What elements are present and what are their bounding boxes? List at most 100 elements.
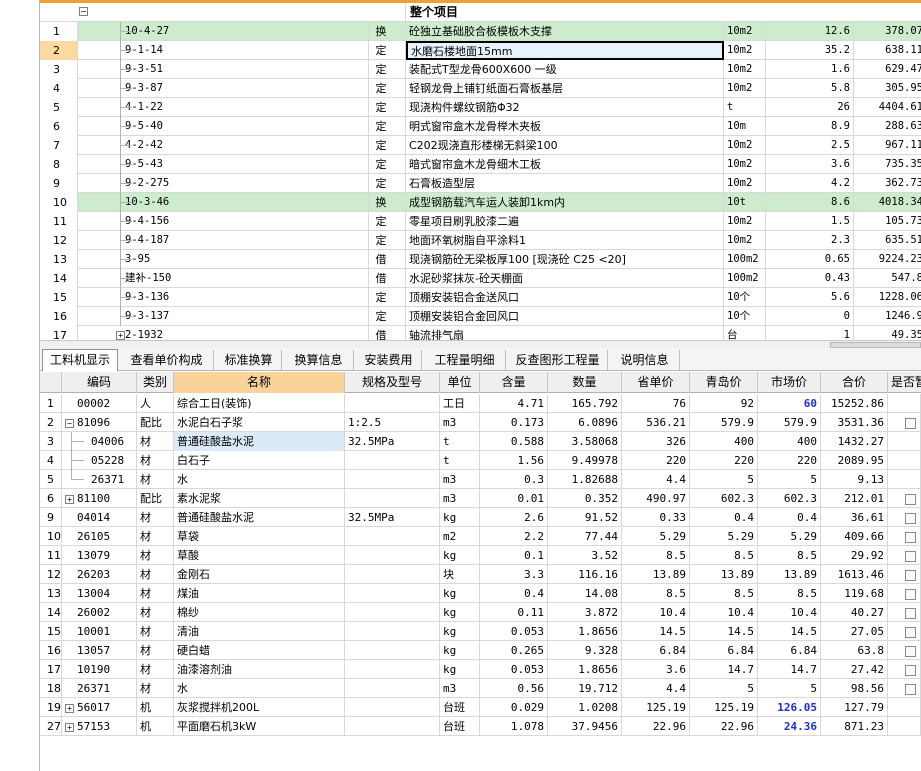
col-header-spec[interactable]: 规格及型号: [345, 372, 440, 393]
item-row[interactable]: 15 9-3-136 定顶棚安装铝合金送风口 10个 5.6 1228.06: [40, 288, 921, 307]
item-quantity[interactable]: 4.2: [766, 174, 854, 193]
item-unit-price[interactable]: 105.73: [854, 212, 921, 231]
item-type[interactable]: 定: [369, 212, 406, 231]
item-name[interactable]: 地面环氧树脂自平涂料1: [406, 231, 724, 250]
resource-row[interactable]: 18 26371 材水 m3 0.56 19.712 4.4 5 5 98.56: [40, 679, 921, 698]
resource-qingdao-price[interactable]: 5: [690, 679, 758, 698]
resource-qingdao-price[interactable]: 5.29: [690, 527, 758, 546]
resource-row[interactable]: 2−81096 配比 水泥白石子浆 1:2.5 m3 0.173 6.0896 536.21 5…: [40, 413, 921, 432]
resource-spec[interactable]: [345, 622, 440, 641]
item-code[interactable]: 4-2-42: [78, 136, 369, 155]
row-number[interactable]: 7: [40, 136, 78, 155]
item-row[interactable]: 9 9-2-275 定石膏板造型层 10m2 4.2 362.73: [40, 174, 921, 193]
item-name[interactable]: C202现浇直形楼梯无斜梁100: [406, 136, 724, 155]
resource-unit[interactable]: kg: [440, 622, 480, 641]
row-number[interactable]: 5: [40, 98, 78, 117]
resource-total[interactable]: 409.66: [821, 527, 888, 546]
resource-row[interactable]: 6 +81100 配比 素水泥浆 m3 0.01 0.352 490.97 602.3 602.3…: [40, 489, 921, 508]
resource-code[interactable]: 26371: [62, 679, 137, 698]
resource-unit[interactable]: 台班: [440, 717, 480, 736]
resource-row[interactable]: 15 10001 材清油 kg 0.053 1.8656 14.5 14.5 14.5 27.05: [40, 622, 921, 641]
resource-spec[interactable]: [345, 584, 440, 603]
resource-row-number[interactable]: 9: [40, 508, 62, 527]
provisional-checkbox[interactable]: [904, 512, 916, 524]
resource-code[interactable]: 04014: [62, 508, 137, 527]
provisional-checkbox[interactable]: [904, 607, 916, 619]
resource-market-price[interactable]: 0.4: [758, 508, 821, 527]
resource-qingdao-price[interactable]: 579.9: [690, 413, 758, 432]
row-number[interactable]: 4: [40, 79, 78, 98]
item-quantity[interactable]: 5.6: [766, 288, 854, 307]
resource-quantity[interactable]: 37.9456: [548, 717, 622, 736]
item-row[interactable]: 17 +2-1932 借轴流排气扇台 1 49.35: [40, 326, 921, 340]
row-number[interactable]: 15: [40, 288, 78, 307]
row-number[interactable]: 16: [40, 307, 78, 326]
resource-content[interactable]: 2.6: [480, 508, 548, 527]
resource-market-price[interactable]: 220: [758, 451, 821, 470]
item-quantity[interactable]: 2.5: [766, 136, 854, 155]
resource-content[interactable]: 1.56: [480, 451, 548, 470]
item-code[interactable]: 9-2-275: [78, 174, 369, 193]
resource-code[interactable]: 00002: [62, 394, 137, 413]
resource-unit[interactable]: kg: [440, 508, 480, 527]
resource-quantity[interactable]: 19.712: [548, 679, 622, 698]
resource-content[interactable]: 0.3: [480, 470, 548, 489]
resource-name[interactable]: 普通硅酸盐水泥: [174, 508, 345, 527]
row-number[interactable]: 14: [40, 269, 78, 288]
item-unit-price[interactable]: 305.95: [854, 79, 921, 98]
provisional-checkbox[interactable]: [904, 493, 916, 505]
resource-content[interactable]: 3.3: [480, 565, 548, 584]
resource-name[interactable]: 素水泥浆: [174, 489, 345, 508]
resource-total[interactable]: 3531.36: [821, 413, 888, 432]
resource-unit[interactable]: t: [440, 432, 480, 451]
item-row[interactable]: 14 建补-150 借水泥砂浆抹灰-砼天棚面 100m2 0.43 547.8: [40, 269, 921, 288]
expand-icon[interactable]: +: [116, 331, 125, 340]
resource-row[interactable]: 27 +57153 机平面磨石机3kW 台班 1.078 37.9456 22.96 22.9…: [40, 717, 921, 736]
resource-content[interactable]: 2.2: [480, 527, 548, 546]
item-unit[interactable]: 10个: [724, 288, 766, 307]
resource-name[interactable]: 综合工日(装饰): [174, 394, 345, 413]
item-name[interactable]: 成型钢筋载汽车运人装卸1km内: [406, 193, 724, 212]
tab-2[interactable]: 查看单价构成: [120, 350, 214, 370]
item-type[interactable]: 换: [369, 193, 406, 212]
col-header-quantity[interactable]: 数量: [548, 372, 622, 393]
item-unit-price[interactable]: 288.63: [854, 117, 921, 136]
item-name[interactable]: 现浇钢筋砼无梁板厚100 [现浇砼 C25 <20]: [406, 250, 724, 269]
resource-quantity[interactable]: 165.792: [548, 394, 622, 413]
item-unit[interactable]: 100m2: [724, 269, 766, 288]
resource-code[interactable]: 04006: [62, 432, 137, 451]
item-quantity[interactable]: 5.8: [766, 79, 854, 98]
resource-province-price[interactable]: 3.6: [622, 660, 690, 679]
item-row[interactable]: 5 4-1-22 定现浇构件螺纹钢筋Φ32 t 26 4404.61: [40, 98, 921, 117]
resource-category[interactable]: 材: [137, 470, 174, 489]
expand-icon[interactable]: +: [65, 722, 74, 732]
resource-category[interactable]: 材: [137, 432, 174, 451]
resource-province-price[interactable]: 14.5: [622, 622, 690, 641]
item-unit-price[interactable]: 378.07: [854, 22, 921, 41]
provisional-checkbox[interactable]: [904, 645, 916, 657]
resource-unit[interactable]: t: [440, 451, 480, 470]
resource-row[interactable]: 17 10190 材油漆溶剂油 kg 0.053 1.8656 3.6 14.7 14.7 27.…: [40, 660, 921, 679]
resource-market-price[interactable]: 5: [758, 679, 821, 698]
resource-province-price[interactable]: 6.84: [622, 641, 690, 660]
resource-province-price[interactable]: 0.33: [622, 508, 690, 527]
provisional-checkbox[interactable]: [904, 664, 916, 676]
resource-content[interactable]: 0.173: [480, 413, 548, 432]
resource-province-price[interactable]: 8.5: [622, 546, 690, 565]
item-quantity[interactable]: 1.6: [766, 60, 854, 79]
resource-total[interactable]: 63.8: [821, 641, 888, 660]
item-name[interactable]: 水泥砂浆抹灰-砼天棚面: [406, 269, 724, 288]
provisional-checkbox[interactable]: [904, 531, 916, 543]
item-name[interactable]: 轴流排气扇: [406, 326, 724, 340]
item-unit-price[interactable]: 635.51: [854, 231, 921, 250]
item-name[interactable]: 顶棚安装铝合金回风口: [406, 307, 724, 326]
resource-market-price[interactable]: 13.89: [758, 565, 821, 584]
item-type[interactable]: 换: [369, 22, 406, 41]
item-row[interactable]: 4 9-3-87 定轻钢龙骨上铺钉纸面石膏板基层 10m2 5.8 305.95: [40, 79, 921, 98]
resource-category[interactable]: 材: [137, 679, 174, 698]
item-type[interactable]: 定: [369, 41, 406, 60]
col-header-name[interactable]: 名称: [174, 372, 345, 393]
resource-spec[interactable]: [345, 565, 440, 584]
resource-province-price[interactable]: 76: [622, 394, 690, 413]
resource-qingdao-price[interactable]: 14.7: [690, 660, 758, 679]
